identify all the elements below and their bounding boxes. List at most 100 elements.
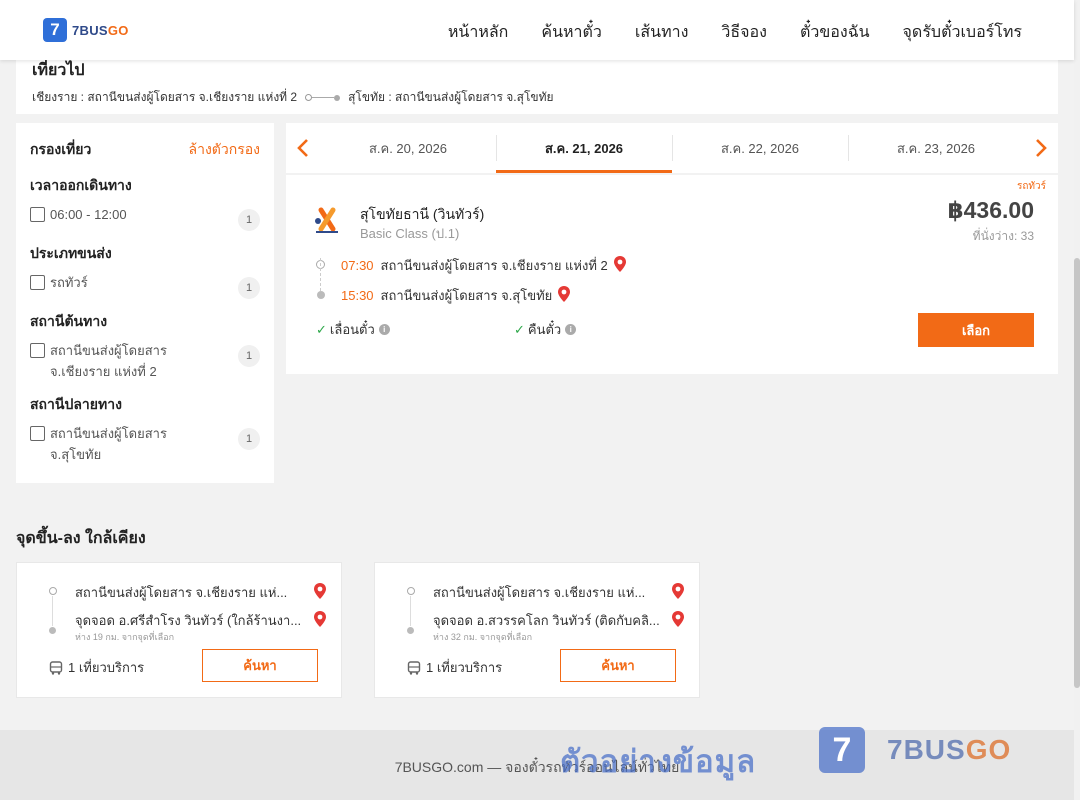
arrival-dot-icon (317, 291, 325, 299)
map-pin-icon[interactable] (671, 610, 685, 633)
check-icon: ✓ (316, 321, 327, 337)
filter-option-bus-tour[interactable]: รถทัวร์ 1 (30, 274, 260, 299)
origin-label: เชียงราย : สถานีขนส่งผู้โดยสาร จ.เชียงรา… (32, 90, 298, 104)
bus-class: Basic Class (ป.1) (360, 226, 460, 241)
arrival-time: 15:30 (341, 288, 374, 303)
date-tab[interactable]: ส.ค. 20, 2026 (320, 123, 496, 173)
departure-station: สถานีขนส่งผู้โดยสาร จ.เชียงราย แห่งที่ 2 (380, 258, 608, 273)
filter-option-destination-station[interactable]: สถานีขนส่งผู้โดยสาร จ.สุโขทัย 1 (30, 425, 260, 465)
checkbox[interactable] (30, 275, 45, 290)
checkbox[interactable] (30, 343, 45, 358)
filter-group-departure-time: เวลาออกเดินทาง (30, 177, 132, 193)
nearby-destination: จุดจอด อ.ศรีสำโรง วินทัวร์ (ใกล้ร้านงา..… (75, 613, 302, 628)
nearby-distance: ห่าง 19 กม. จากจุดที่เลือก (75, 632, 175, 642)
map-pin-icon[interactable] (613, 255, 627, 276)
date-selector: ส.ค. 20, 2026 ส.ค. 21, 2026 ส.ค. 22, 202… (286, 123, 1058, 173)
nearby-trip-count: 1 เที่ยวบริการ (49, 657, 144, 678)
route-line (410, 596, 411, 626)
filter-panel: กรองเที่ยว ล้างตัวกรอง เวลาออกเดินทาง 06… (16, 123, 274, 483)
nav-my-tickets[interactable]: ตั๋วของฉัน (800, 20, 870, 45)
scrollbar-thumb[interactable] (1074, 258, 1080, 688)
map-pin-icon[interactable] (313, 582, 327, 605)
trip-route: เชียงราย : สถานีขนส่งผู้โดยสาร จ.เชียงรา… (32, 88, 1042, 107)
filter-option-time-morning[interactable]: 06:00 - 12:00 1 (30, 206, 260, 231)
info-icon[interactable]: i (378, 324, 390, 335)
filter-option-label: 06:00 - 12:00 (50, 207, 127, 222)
next-date-arrow-icon[interactable] (1024, 123, 1058, 173)
nav-home[interactable]: หน้าหลัก (448, 20, 509, 45)
nav-routes[interactable]: เส้นทาง (635, 20, 689, 45)
check-icon: ✓ (514, 321, 525, 337)
destination-label: สุโขทัย : สถานีขนส่งผู้โดยสาร จ.สุโขทัย (348, 90, 554, 104)
nav-how-to-book[interactable]: วิธีจอง (721, 20, 767, 45)
filter-option-count: 1 (238, 277, 260, 299)
nearby-search-button[interactable]: ค้นหา (560, 649, 676, 682)
page-scrollbar[interactable] (1074, 0, 1080, 800)
feature-reschedule: ✓ เลื่อนตั๋ว i (316, 319, 390, 340)
bus-icon (49, 660, 63, 675)
nearby-section-title: จุดขึ้น-ลง ใกล้เคียง (16, 530, 146, 547)
filter-option-origin-station[interactable]: สถานีขนส่งผู้โดยสาร จ.เชียงราย แห่งที่ 2… (30, 342, 260, 382)
clear-filters-link[interactable]: ล้างตัวกรอง (189, 139, 260, 161)
route-connector-icon (305, 94, 341, 101)
checkbox[interactable] (30, 426, 45, 441)
arrival-station: สถานีขนส่งผู้โดยสาร จ.สุโขทัย (380, 288, 553, 303)
filter-group-destination-station: สถานีปลายทาง (30, 396, 122, 412)
select-trip-button[interactable]: เลือก (918, 313, 1034, 347)
nearby-distance: ห่าง 32 กม. จากจุดที่เลือก (433, 632, 533, 642)
feature-refund: ✓ คืนตั๋ว i (514, 319, 577, 340)
watermark-brand: 7BUSGO (887, 734, 1012, 765)
logo-brand: 7BUSGO (72, 22, 129, 38)
nearby-origin: สถานีขนส่งผู้โดยสาร จ.เชียงราย แห่... (433, 585, 646, 600)
destination-dot-icon (49, 627, 56, 634)
bus-icon (407, 660, 421, 675)
trip-title: เที่ยวไป (32, 62, 85, 79)
checkbox[interactable] (30, 207, 45, 222)
logo-mark: 7 (43, 18, 67, 42)
prev-date-arrow-icon[interactable] (286, 123, 320, 173)
filter-option-label: รถทัวร์ (50, 275, 88, 290)
map-pin-icon[interactable] (557, 285, 571, 306)
departure-time: 07:30 (341, 258, 374, 273)
filter-option-count: 1 (238, 428, 260, 450)
trip-result-card: รถทัวร์ สุโขทัยธานี (วินทัวร์) Basic Cla… (286, 175, 1058, 374)
watermark-logo-mark: 7 (819, 727, 865, 773)
origin-dot-icon (407, 587, 415, 595)
date-tab[interactable]: ส.ค. 23, 2026 (848, 123, 1024, 173)
filter-option-count: 1 (238, 345, 260, 367)
info-icon[interactable]: i (565, 324, 577, 335)
operator-logo-icon (312, 207, 342, 235)
feature-label: คืนตั๋ว (527, 322, 562, 337)
top-navigation-bar: 7 7BUSGO หน้าหลัก ค้นหาตั๋ว เส้นทาง วิธี… (0, 0, 1074, 60)
nearby-origin: สถานีขนส่งผู้โดยสาร จ.เชียงราย แห่... (75, 585, 288, 600)
watermark-text: ตัวอย่างข้อมูล (560, 744, 757, 779)
date-tab[interactable]: ส.ค. 22, 2026 (672, 123, 848, 173)
filter-group-transport-type: ประเภทขนส่ง (30, 245, 112, 261)
site-logo[interactable]: 7 7BUSGO (43, 18, 129, 42)
nearby-search-button[interactable]: ค้นหา (202, 649, 318, 682)
filter-group-origin-station: สถานีต้นทาง (30, 313, 108, 329)
nearby-destination: จุดจอด อ.สวรรคโลก วินทัวร์ (ติดกับคลิ... (433, 613, 660, 628)
arrival-stop: 15:30 สถานีขนส่งผู้โดยสาร จ.สุโขทัย (341, 285, 571, 306)
main-nav: หน้าหลัก ค้นหาตั๋ว เส้นทาง วิธีจอง ตั๋วข… (448, 20, 1022, 45)
nearby-card: สถานีขนส่งผู้โดยสาร จ.เชียงราย แห่... จุ… (374, 562, 700, 698)
nearby-trip-count: 1 เที่ยวบริการ (407, 657, 502, 678)
route-line (52, 596, 53, 626)
map-pin-icon[interactable] (313, 610, 327, 633)
nav-search-tickets[interactable]: ค้นหาตั๋ว (541, 20, 602, 45)
filter-option-label: สถานีขนส่งผู้โดยสาร จ.เชียงราย แห่งที่ 2 (50, 343, 167, 379)
filter-option-count: 1 (238, 209, 260, 231)
origin-dot-icon (49, 587, 57, 595)
feature-label: เลื่อนตั๋ว (329, 322, 375, 337)
trip-summary: เที่ยวไป เชียงราย : สถานีขนส่งผู้โดยสาร … (16, 60, 1058, 114)
filter-title: กรองเที่ยว (30, 141, 92, 157)
destination-dot-icon (407, 627, 414, 634)
nav-ticket-pickup[interactable]: จุดรับตั๋วเบอร์โทร (903, 20, 1022, 45)
filter-option-label: สถานีขนส่งผู้โดยสาร จ.สุโขทัย (50, 426, 167, 462)
date-tab-active[interactable]: ส.ค. 21, 2026 (496, 123, 672, 173)
available-seats: ที่นั่งว่าง: 33 (972, 229, 1034, 243)
map-pin-icon[interactable] (671, 582, 685, 605)
departure-stop: 07:30 สถานีขนส่งผู้โดยสาร จ.เชียงราย แห่… (341, 255, 627, 276)
transport-type-tag: รถทัวร์ (1016, 181, 1046, 192)
nearby-card: สถานีขนส่งผู้โดยสาร จ.เชียงราย แห่... จุ… (16, 562, 342, 698)
